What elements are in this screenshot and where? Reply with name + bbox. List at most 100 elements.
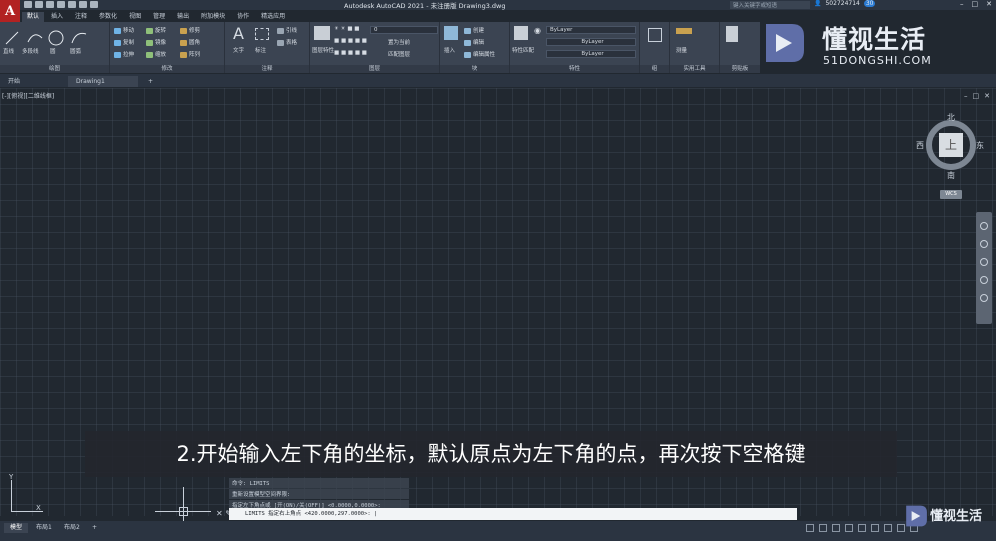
tab-annotate[interactable]: 注释 xyxy=(70,12,92,22)
search-input[interactable]: 键入关键字或短语 xyxy=(730,1,810,9)
print-icon[interactable] xyxy=(68,1,76,8)
pan-icon[interactable] xyxy=(980,240,988,248)
showmotion-icon[interactable] xyxy=(980,294,988,302)
layer-tools-row[interactable]: ■ ■ ■ ■ ■ xyxy=(334,38,367,44)
viewport-restore-icon[interactable]: □ xyxy=(973,92,980,100)
arc-button[interactable]: 圆弧 xyxy=(70,47,81,55)
move-button[interactable]: 移动 xyxy=(114,26,134,34)
lineweight-dropdown[interactable]: ByLayer xyxy=(546,50,636,58)
tab-featured[interactable]: 精选应用 xyxy=(256,12,290,22)
leader-button[interactable]: 引线 xyxy=(277,26,297,34)
layers-panel-title[interactable]: 图层 xyxy=(310,65,439,73)
insert-block-icon[interactable] xyxy=(444,26,458,40)
new-tab-button[interactable]: + xyxy=(140,76,161,87)
viewport-label[interactable]: [-][俯视][二维线框] xyxy=(2,91,54,100)
orbit-icon[interactable] xyxy=(980,276,988,284)
mirror-button[interactable]: 镜像 xyxy=(146,38,166,46)
copy-button[interactable]: 复制 xyxy=(114,38,134,46)
command-line-input[interactable]: LIMITS 指定右上角点 <420.0000,297.0000>: | xyxy=(229,508,797,520)
compass-west[interactable]: 西 xyxy=(916,140,924,151)
viewcube-top-face[interactable]: 上 xyxy=(939,133,963,157)
polar-icon[interactable] xyxy=(858,524,866,532)
line-button[interactable]: 直线 xyxy=(3,47,14,55)
table-button[interactable]: 表格 xyxy=(277,38,297,46)
wcs-menu[interactable]: WCS xyxy=(940,190,962,199)
tab-insert[interactable]: 插入 xyxy=(46,12,68,22)
ortho-icon[interactable] xyxy=(845,524,853,532)
edit-block-button[interactable]: 编辑 xyxy=(464,38,484,46)
redo-icon[interactable] xyxy=(90,1,98,8)
trim-button[interactable]: 修剪 xyxy=(180,26,200,34)
rotate-button[interactable]: 旋转 xyxy=(146,26,166,34)
dimension-button[interactable]: 标注 xyxy=(255,46,266,54)
snap-icon[interactable] xyxy=(832,524,840,532)
viewport-close-icon[interactable]: ✕ xyxy=(984,92,990,100)
edit-attributes-button[interactable]: 编辑属性 xyxy=(464,50,495,58)
compass-east[interactable]: 东 xyxy=(976,140,984,151)
insert-button[interactable]: 插入 xyxy=(444,46,455,54)
open-file-icon[interactable] xyxy=(35,1,43,8)
stretch-button[interactable]: 拉伸 xyxy=(114,50,134,58)
create-block-button[interactable]: 创建 xyxy=(464,26,484,34)
tab-output[interactable]: 输出 xyxy=(172,12,194,22)
array-button[interactable]: 阵列 xyxy=(180,50,200,58)
modify-panel-title[interactable]: 修改 xyxy=(110,65,224,73)
layer-properties-button[interactable]: 图层特性 xyxy=(312,46,334,54)
steering-wheel-icon[interactable] xyxy=(980,222,988,230)
navigation-bar[interactable] xyxy=(976,212,992,324)
save-as-icon[interactable] xyxy=(57,1,65,8)
clipboard-panel-title[interactable]: 剪贴板 xyxy=(720,65,760,73)
fillet-button[interactable]: 圆角 xyxy=(180,38,200,46)
compass-north[interactable]: 北 xyxy=(947,112,955,123)
paste-icon[interactable] xyxy=(726,26,738,42)
tab-manage[interactable]: 管理 xyxy=(148,12,170,22)
maximize-icon[interactable]: □ xyxy=(972,0,979,8)
grid-icon[interactable] xyxy=(819,524,827,532)
model-space-icon[interactable] xyxy=(806,524,814,532)
measure-icon[interactable] xyxy=(676,28,692,34)
match-properties-button[interactable]: 特性匹配 xyxy=(512,46,534,54)
save-icon[interactable] xyxy=(46,1,54,8)
layout-tab-1[interactable]: 布局1 xyxy=(30,523,58,533)
measure-button[interactable]: 测量 xyxy=(676,46,687,54)
group-icon[interactable] xyxy=(648,28,662,42)
tab-parametric[interactable]: 参数化 xyxy=(94,12,122,22)
tab-view[interactable]: 视图 xyxy=(124,12,146,22)
text-button[interactable]: 文字 xyxy=(233,46,244,54)
undo-icon[interactable] xyxy=(79,1,87,8)
tab-collaborate[interactable]: 协作 xyxy=(232,12,254,22)
text-icon[interactable]: A xyxy=(233,24,244,43)
osnap-icon[interactable] xyxy=(871,524,879,532)
lineweight-icon[interactable] xyxy=(884,524,892,532)
tab-start[interactable]: 开始 xyxy=(0,76,66,87)
properties-panel-title[interactable]: 特性 xyxy=(510,65,639,73)
layer-state-icons[interactable]: ☀ ☀ ■ ■ xyxy=(334,26,360,32)
close-command-icon[interactable]: ✕ xyxy=(216,509,223,518)
current-layer-dropdown[interactable]: 0 xyxy=(370,26,438,34)
new-file-icon[interactable] xyxy=(24,1,32,8)
user-account[interactable]: 👤 502724714 30 xyxy=(814,0,876,7)
close-icon[interactable]: ✕ xyxy=(986,0,992,8)
scale-button[interactable]: 缩放 xyxy=(146,50,166,58)
viewport-minimize-icon[interactable]: – xyxy=(964,92,968,100)
color-dropdown[interactable]: ByLayer xyxy=(546,26,636,34)
groups-panel-title[interactable]: 组 xyxy=(640,65,669,73)
layout-tab-2[interactable]: 布局2 xyxy=(58,523,86,533)
minimize-icon[interactable]: – xyxy=(960,0,964,8)
match-layer-button[interactable]: 匹配图层 xyxy=(388,50,410,58)
tab-addins[interactable]: 附加模块 xyxy=(196,12,230,22)
make-current-button[interactable]: 置为当前 xyxy=(388,38,410,46)
autocad-logo-icon[interactable]: A xyxy=(0,0,20,22)
tab-drawing1[interactable]: Drawing1 xyxy=(68,76,138,87)
dimension-icon[interactable] xyxy=(255,28,269,40)
layer-tools-row-2[interactable]: ■ ■ ■ ■ ■ xyxy=(334,50,367,56)
draw-panel-title[interactable]: 绘图 xyxy=(0,65,109,73)
tab-home[interactable]: 默认 xyxy=(22,12,45,22)
layer-properties-icon[interactable] xyxy=(314,26,330,40)
viewcube[interactable]: 上 北 南 西 东 xyxy=(916,112,984,180)
utilities-panel-title[interactable]: 实用工具 xyxy=(670,65,719,73)
annotation-panel-title[interactable]: 注释 xyxy=(225,65,309,73)
layout-tab-model[interactable]: 模型 xyxy=(4,523,29,533)
compass-south[interactable]: 南 xyxy=(947,170,955,181)
block-panel-title[interactable]: 块 xyxy=(440,65,509,73)
